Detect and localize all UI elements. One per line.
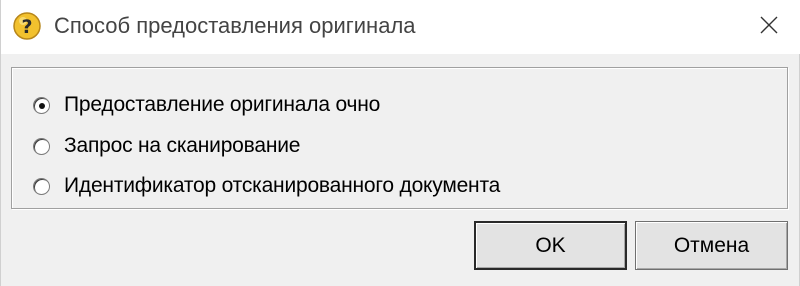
option-label: Запрос на сканирование [64, 134, 301, 157]
dialog-window: ? Способ предоставления оригинала Предос… [0, 0, 800, 286]
option-scanned-document-id[interactable]: Идентификатор отсканированного документа [33, 171, 500, 201]
title-bar[interactable]: ? Способ предоставления оригинала [1, 0, 800, 54]
svg-text:?: ? [21, 16, 32, 38]
ok-button[interactable]: OK [474, 221, 627, 270]
question-icon: ? [12, 11, 42, 41]
option-scan-request[interactable]: Запрос на сканирование [33, 131, 300, 161]
radio-button[interactable] [33, 177, 50, 195]
option-label: Предоставление оригинала очно [64, 93, 381, 116]
radio-button-selected[interactable] [33, 96, 50, 114]
cancel-button[interactable]: Отмена [635, 221, 788, 270]
close-button[interactable] [737, 0, 800, 54]
window-title: Способ предоставления оригинала [54, 13, 416, 38]
option-in-person[interactable]: Предоставление оригинала очно [33, 90, 380, 120]
option-label: Идентификатор отсканированного документа [64, 174, 501, 197]
close-icon [760, 16, 778, 39]
radio-button[interactable] [33, 137, 50, 155]
